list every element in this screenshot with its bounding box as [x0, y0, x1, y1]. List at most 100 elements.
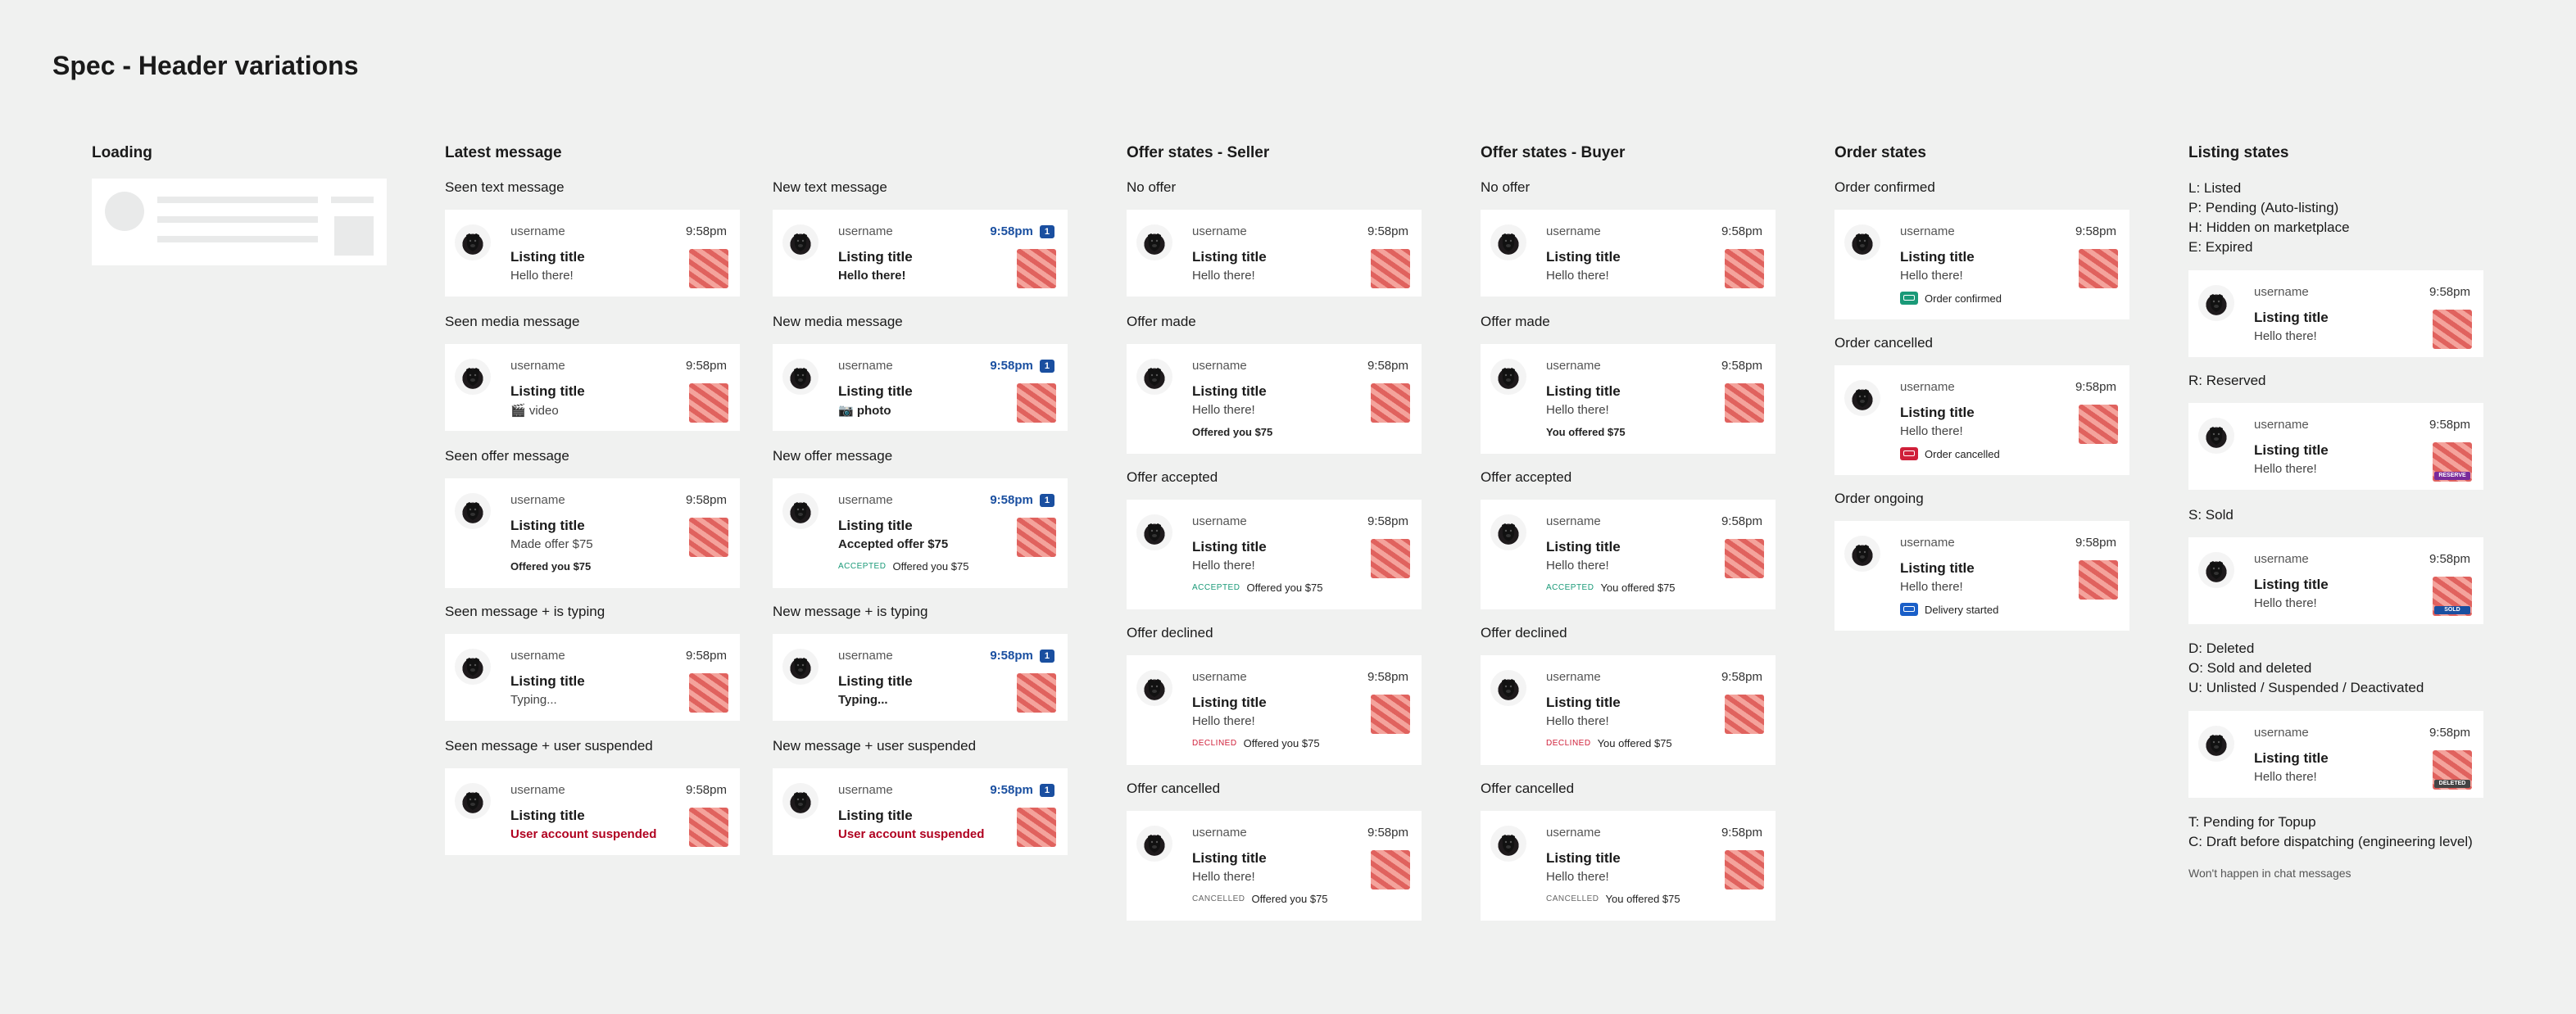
listing-thumbnail — [1371, 850, 1410, 890]
state-label: Seen message + user suspended — [445, 738, 653, 754]
time-text: 9:58pm — [1367, 670, 1408, 684]
username: username — [1546, 359, 1601, 373]
listing-thumbnail — [1017, 383, 1056, 423]
state-label: New text message — [773, 179, 887, 195]
conversation-card[interactable]: username 9:58pm Listing title Hello there! A… — [1481, 500, 1776, 609]
last-message: Hello there! — [1900, 424, 1963, 438]
avatar — [2198, 418, 2234, 454]
timestamp: 9:58pm — [1721, 224, 1762, 238]
conversation-card[interactable]: username 9:58pm Listing title Hello there! Y… — [1481, 344, 1776, 454]
skeleton-line — [157, 216, 318, 223]
conversation-card[interactable]: username 9:58pm 1 Listing title 📷 photo — [773, 344, 1068, 431]
last-message: 🎬 video — [510, 404, 559, 418]
dog-avatar-icon — [2210, 294, 2223, 312]
conversation-card[interactable]: username 9:58pm Listing title Typing... — [445, 634, 740, 721]
conversation-card[interactable]: username 9:58pm 1 Listing title Accepted off… — [773, 478, 1068, 588]
conversation-card[interactable]: username 9:58pm Listing title Hello there! — [1481, 210, 1776, 297]
last-message: 📷 photo — [838, 404, 891, 418]
state-label: Seen text message — [445, 179, 565, 195]
conversation-card[interactable]: username 9:58pm 1 Listing title Hello there! — [773, 210, 1068, 297]
conversation-card[interactable]: username 9:58pm Listing title Hello there! O… — [1834, 210, 2129, 319]
page-title: Spec - Header variations — [52, 51, 359, 80]
listing-thumbnail — [1371, 249, 1410, 288]
username: username — [1900, 536, 1955, 550]
timestamp: 9:58pm — [1367, 826, 1408, 840]
conversation-card[interactable]: username 9:58pm Listing title Hello there! — [1127, 210, 1422, 297]
conversation-card[interactable]: username 9:58pm Listing title Hello there! — [445, 210, 740, 297]
loading-column-title: Loading — [92, 144, 152, 161]
username: username — [2254, 285, 2309, 299]
timestamp: 9:58pm — [686, 649, 727, 663]
conversation-card[interactable]: username 9:58pm Listing title 🎬 video — [445, 344, 740, 431]
conversation-card[interactable]: username 9:58pm 1 Listing title Typing... — [773, 634, 1068, 721]
conversation-card[interactable]: username 9:58pm Listing title Made offer $7… — [445, 478, 740, 588]
conversation-card[interactable]: username 9:58pm Listing title Hello there! R… — [2188, 403, 2483, 490]
conversation-card[interactable]: username 9:58pm Listing title Hello there! — [2188, 270, 2483, 357]
time-text: 9:58pm — [2075, 224, 2116, 238]
state-label: Offer declined — [1481, 625, 1567, 641]
last-message: Typing... — [838, 693, 888, 707]
avatar — [1490, 670, 1526, 706]
avatar — [1136, 359, 1172, 395]
order-status-text: Order confirmed — [1925, 292, 2002, 305]
offer-text: Offered you $75 — [510, 560, 592, 573]
timestamp: 9:58pm — [2075, 380, 2116, 394]
offer-text: You offered $75 — [1597, 737, 1672, 749]
conversation-card[interactable]: username 9:58pm Listing title Hello there! A… — [1127, 500, 1422, 609]
conversation-card[interactable]: username 9:58pm 1 Listing title User account… — [773, 768, 1068, 855]
last-message: User account suspended — [838, 827, 985, 841]
conversation-card[interactable]: username 9:58pm Listing title Hello there! O… — [1834, 365, 2129, 475]
conversation-card[interactable]: username 9:58pm Listing title Hello there! D… — [2188, 711, 2483, 798]
listing-thumbnail — [1371, 383, 1410, 423]
last-message: Hello there! — [1546, 559, 1609, 573]
conversation-card[interactable]: username 9:58pm Listing title Hello there! D… — [1127, 655, 1422, 765]
username: username — [1192, 224, 1247, 238]
card-status-line: CANCELLED You offered $75 — [1546, 893, 1680, 905]
avatar — [782, 359, 819, 395]
conversation-card[interactable]: username 9:58pm Listing title Hello there! O… — [1127, 344, 1422, 454]
username: username — [2254, 726, 2309, 740]
legend-line: H: Hidden on marketplace — [2188, 220, 2350, 235]
dog-avatar-icon — [1856, 389, 1869, 407]
dog-avatar-icon — [794, 368, 807, 386]
timestamp: 9:58pm — [2429, 285, 2470, 299]
time-text: 9:58pm — [2075, 536, 2116, 550]
listing-title: Listing title — [1546, 850, 1621, 866]
timestamp: 9:58pm — [2429, 418, 2470, 432]
avatar — [782, 224, 819, 260]
listing-state-stamp: SOLD — [2434, 606, 2470, 614]
time-text: 9:58pm — [990, 224, 1033, 238]
conversation-card[interactable]: username 9:58pm Listing title Hello there! D… — [1481, 655, 1776, 765]
avatar — [455, 649, 491, 685]
listing-column-title: Listing states — [2188, 144, 2289, 161]
order-status-icon — [1900, 603, 1918, 616]
listing-title: Listing title — [2254, 577, 2329, 592]
listing-thumbnail: SOLD — [2433, 577, 2472, 616]
dog-avatar-icon — [794, 658, 807, 676]
last-message: Made offer $75 — [510, 537, 593, 551]
timestamp: 9:58pm — [2429, 552, 2470, 566]
unread-count-badge: 1 — [1039, 493, 1054, 507]
conversation-card[interactable]: username 9:58pm Listing title Hello there! C… — [1481, 811, 1776, 921]
dog-avatar-icon — [1148, 835, 1161, 853]
listing-thumbnail — [1017, 518, 1056, 557]
state-label: Offer made — [1481, 314, 1550, 329]
listing-title: Listing title — [1546, 695, 1621, 710]
offer-text: You offered $75 — [1546, 426, 1626, 438]
avatar — [2198, 552, 2234, 588]
skeleton-line — [157, 236, 318, 242]
dog-avatar-icon — [794, 502, 807, 520]
conversation-card[interactable]: username 9:58pm Listing title Hello there! C… — [1127, 811, 1422, 921]
dog-avatar-icon — [466, 368, 479, 386]
conversation-card[interactable]: username 9:58pm Listing title User account … — [445, 768, 740, 855]
conversation-card[interactable]: username 9:58pm Listing title Hello there! D… — [1834, 521, 2129, 631]
state-label: Order confirmed — [1834, 179, 1935, 195]
username: username — [1900, 224, 1955, 238]
listing-thumbnail — [2079, 405, 2118, 444]
legend-line: L: Listed — [2188, 180, 2242, 196]
avatar — [455, 493, 491, 529]
avatar — [1844, 380, 1880, 416]
dog-avatar-icon — [1148, 233, 1161, 251]
state-label: Seen message + is typing — [445, 604, 605, 619]
conversation-card[interactable]: username 9:58pm Listing title Hello there! S… — [2188, 537, 2483, 624]
